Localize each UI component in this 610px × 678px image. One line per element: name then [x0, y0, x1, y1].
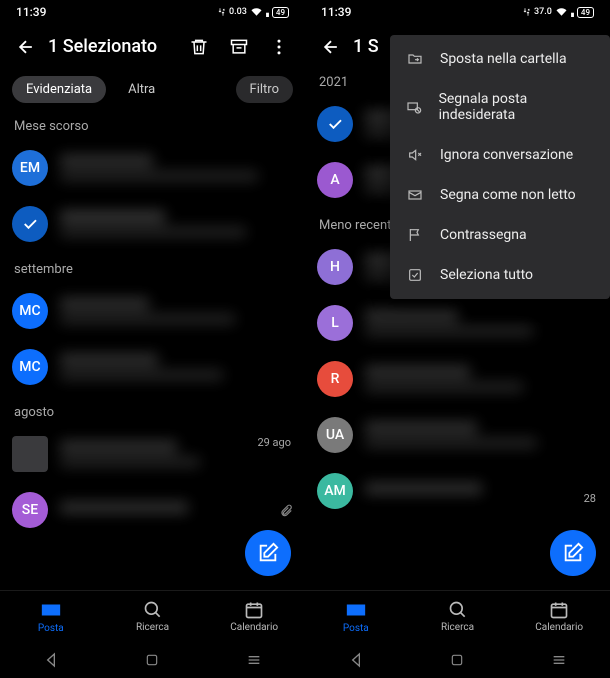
- nav-mail[interactable]: Posta: [0, 591, 102, 642]
- delete-icon[interactable]: [181, 29, 217, 65]
- menu-report-spam[interactable]: Segnala posta indesiderata: [390, 79, 610, 135]
- menu-label: Sposta nella cartella: [440, 51, 567, 67]
- date-label: 28: [584, 492, 596, 505]
- checkmark-icon[interactable]: [317, 106, 353, 142]
- avatar[interactable]: EM: [12, 150, 48, 186]
- status-icons: 0.03 49: [217, 7, 289, 18]
- section-agosto: agosto: [0, 395, 305, 426]
- nav-search[interactable]: Ricerca: [407, 591, 509, 642]
- avatar[interactable]: SE: [12, 492, 48, 528]
- status-bar: 11:39 37.0 49: [305, 0, 610, 24]
- mail-row[interactable]: UA: [305, 407, 610, 463]
- compose-fab[interactable]: [245, 530, 291, 576]
- back-button[interactable]: [8, 29, 44, 65]
- nav-calendar[interactable]: Calendario: [508, 591, 610, 642]
- mail-icon: [406, 187, 424, 203]
- tab-altra[interactable]: Altra: [114, 76, 169, 103]
- status-time: 11:39: [16, 5, 46, 19]
- mail-row[interactable]: 29 ago: [0, 426, 305, 482]
- avatar[interactable]: L: [317, 305, 353, 341]
- sys-recent-icon[interactable]: [246, 652, 262, 668]
- nav-mail[interactable]: Posta: [305, 591, 407, 642]
- mail-row[interactable]: MC: [0, 339, 305, 395]
- mail-row-selected[interactable]: [0, 196, 305, 252]
- sys-recent-icon[interactable]: [551, 652, 567, 668]
- date-label: 29 ago: [257, 436, 291, 449]
- menu-label: Ignora conversazione: [440, 147, 573, 163]
- avatar[interactable]: UA: [317, 417, 353, 453]
- archive-icon[interactable]: [221, 29, 257, 65]
- select-all-icon: [406, 267, 424, 283]
- flag-icon: [406, 227, 424, 243]
- mail-row[interactable]: SE: [0, 482, 305, 532]
- status-bar: 11:39 0.03 49: [0, 0, 305, 24]
- menu-label: Contrassegna: [440, 227, 527, 243]
- bottom-nav: Posta Ricerca Calendario: [305, 590, 610, 642]
- mail-row[interactable]: MC: [0, 283, 305, 339]
- menu-label: Seleziona tutto: [440, 267, 533, 283]
- menu-ignore[interactable]: Ignora conversazione: [390, 135, 610, 175]
- menu-select-all[interactable]: Seleziona tutto: [390, 255, 610, 295]
- system-nav: [305, 642, 610, 678]
- sys-back-icon[interactable]: [43, 652, 59, 668]
- status-time: 11:39: [321, 5, 351, 19]
- menu-label: Segna come non letto: [440, 187, 576, 203]
- avatar[interactable]: [12, 436, 48, 472]
- attachment-icon: [279, 503, 293, 522]
- avatar[interactable]: MC: [12, 293, 48, 329]
- nav-search[interactable]: Ricerca: [102, 591, 204, 642]
- sys-back-icon[interactable]: [348, 652, 364, 668]
- mail-row[interactable]: R: [305, 351, 610, 407]
- sys-home-icon[interactable]: [450, 653, 464, 667]
- tab-evidenziata[interactable]: Evidenziata: [12, 76, 106, 103]
- avatar[interactable]: AM: [317, 473, 353, 509]
- avatar[interactable]: R: [317, 361, 353, 397]
- avatar[interactable]: H: [317, 249, 353, 285]
- menu-flag[interactable]: Contrassegna: [390, 215, 610, 255]
- mail-row[interactable]: EM: [0, 140, 305, 196]
- nav-calendar-label: Calendario: [535, 622, 583, 633]
- avatar[interactable]: MC: [12, 349, 48, 385]
- spam-icon: [406, 99, 423, 115]
- nav-mail-label: Posta: [38, 623, 64, 634]
- checkmark-icon[interactable]: [12, 206, 48, 242]
- nav-search-label: Ricerca: [441, 622, 474, 633]
- nav-search-label: Ricerca: [136, 622, 169, 633]
- system-nav: [0, 642, 305, 678]
- section-mese-scorso: Mese scorso: [0, 109, 305, 140]
- status-icons: 37.0 49: [522, 7, 594, 18]
- back-button[interactable]: [313, 29, 349, 65]
- header-title: 1 Selezionato: [48, 36, 181, 57]
- header: 1 Selezionato: [0, 24, 305, 69]
- mail-row[interactable]: L: [305, 295, 610, 351]
- avatar[interactable]: A: [317, 162, 353, 198]
- mail-row[interactable]: AM 28: [305, 463, 610, 513]
- more-icon[interactable]: [261, 29, 297, 65]
- context-menu: Sposta nella cartella Segnala posta inde…: [390, 35, 610, 299]
- bottom-nav: Posta Ricerca Calendario: [0, 590, 305, 642]
- sys-home-icon[interactable]: [145, 653, 159, 667]
- nav-calendar[interactable]: Calendario: [203, 591, 305, 642]
- menu-label: Segnala posta indesiderata: [439, 91, 594, 123]
- mute-icon: [406, 147, 424, 163]
- menu-mark-unread[interactable]: Segna come non letto: [390, 175, 610, 215]
- compose-fab[interactable]: [550, 530, 596, 576]
- nav-calendar-label: Calendario: [230, 622, 278, 633]
- menu-move-folder[interactable]: Sposta nella cartella: [390, 39, 610, 79]
- tabs: Evidenziata Altra Filtro: [0, 69, 305, 109]
- folder-move-icon: [406, 51, 424, 67]
- section-settembre: settembre: [0, 252, 305, 283]
- nav-mail-label: Posta: [343, 623, 369, 634]
- filter-chip[interactable]: Filtro: [236, 76, 293, 103]
